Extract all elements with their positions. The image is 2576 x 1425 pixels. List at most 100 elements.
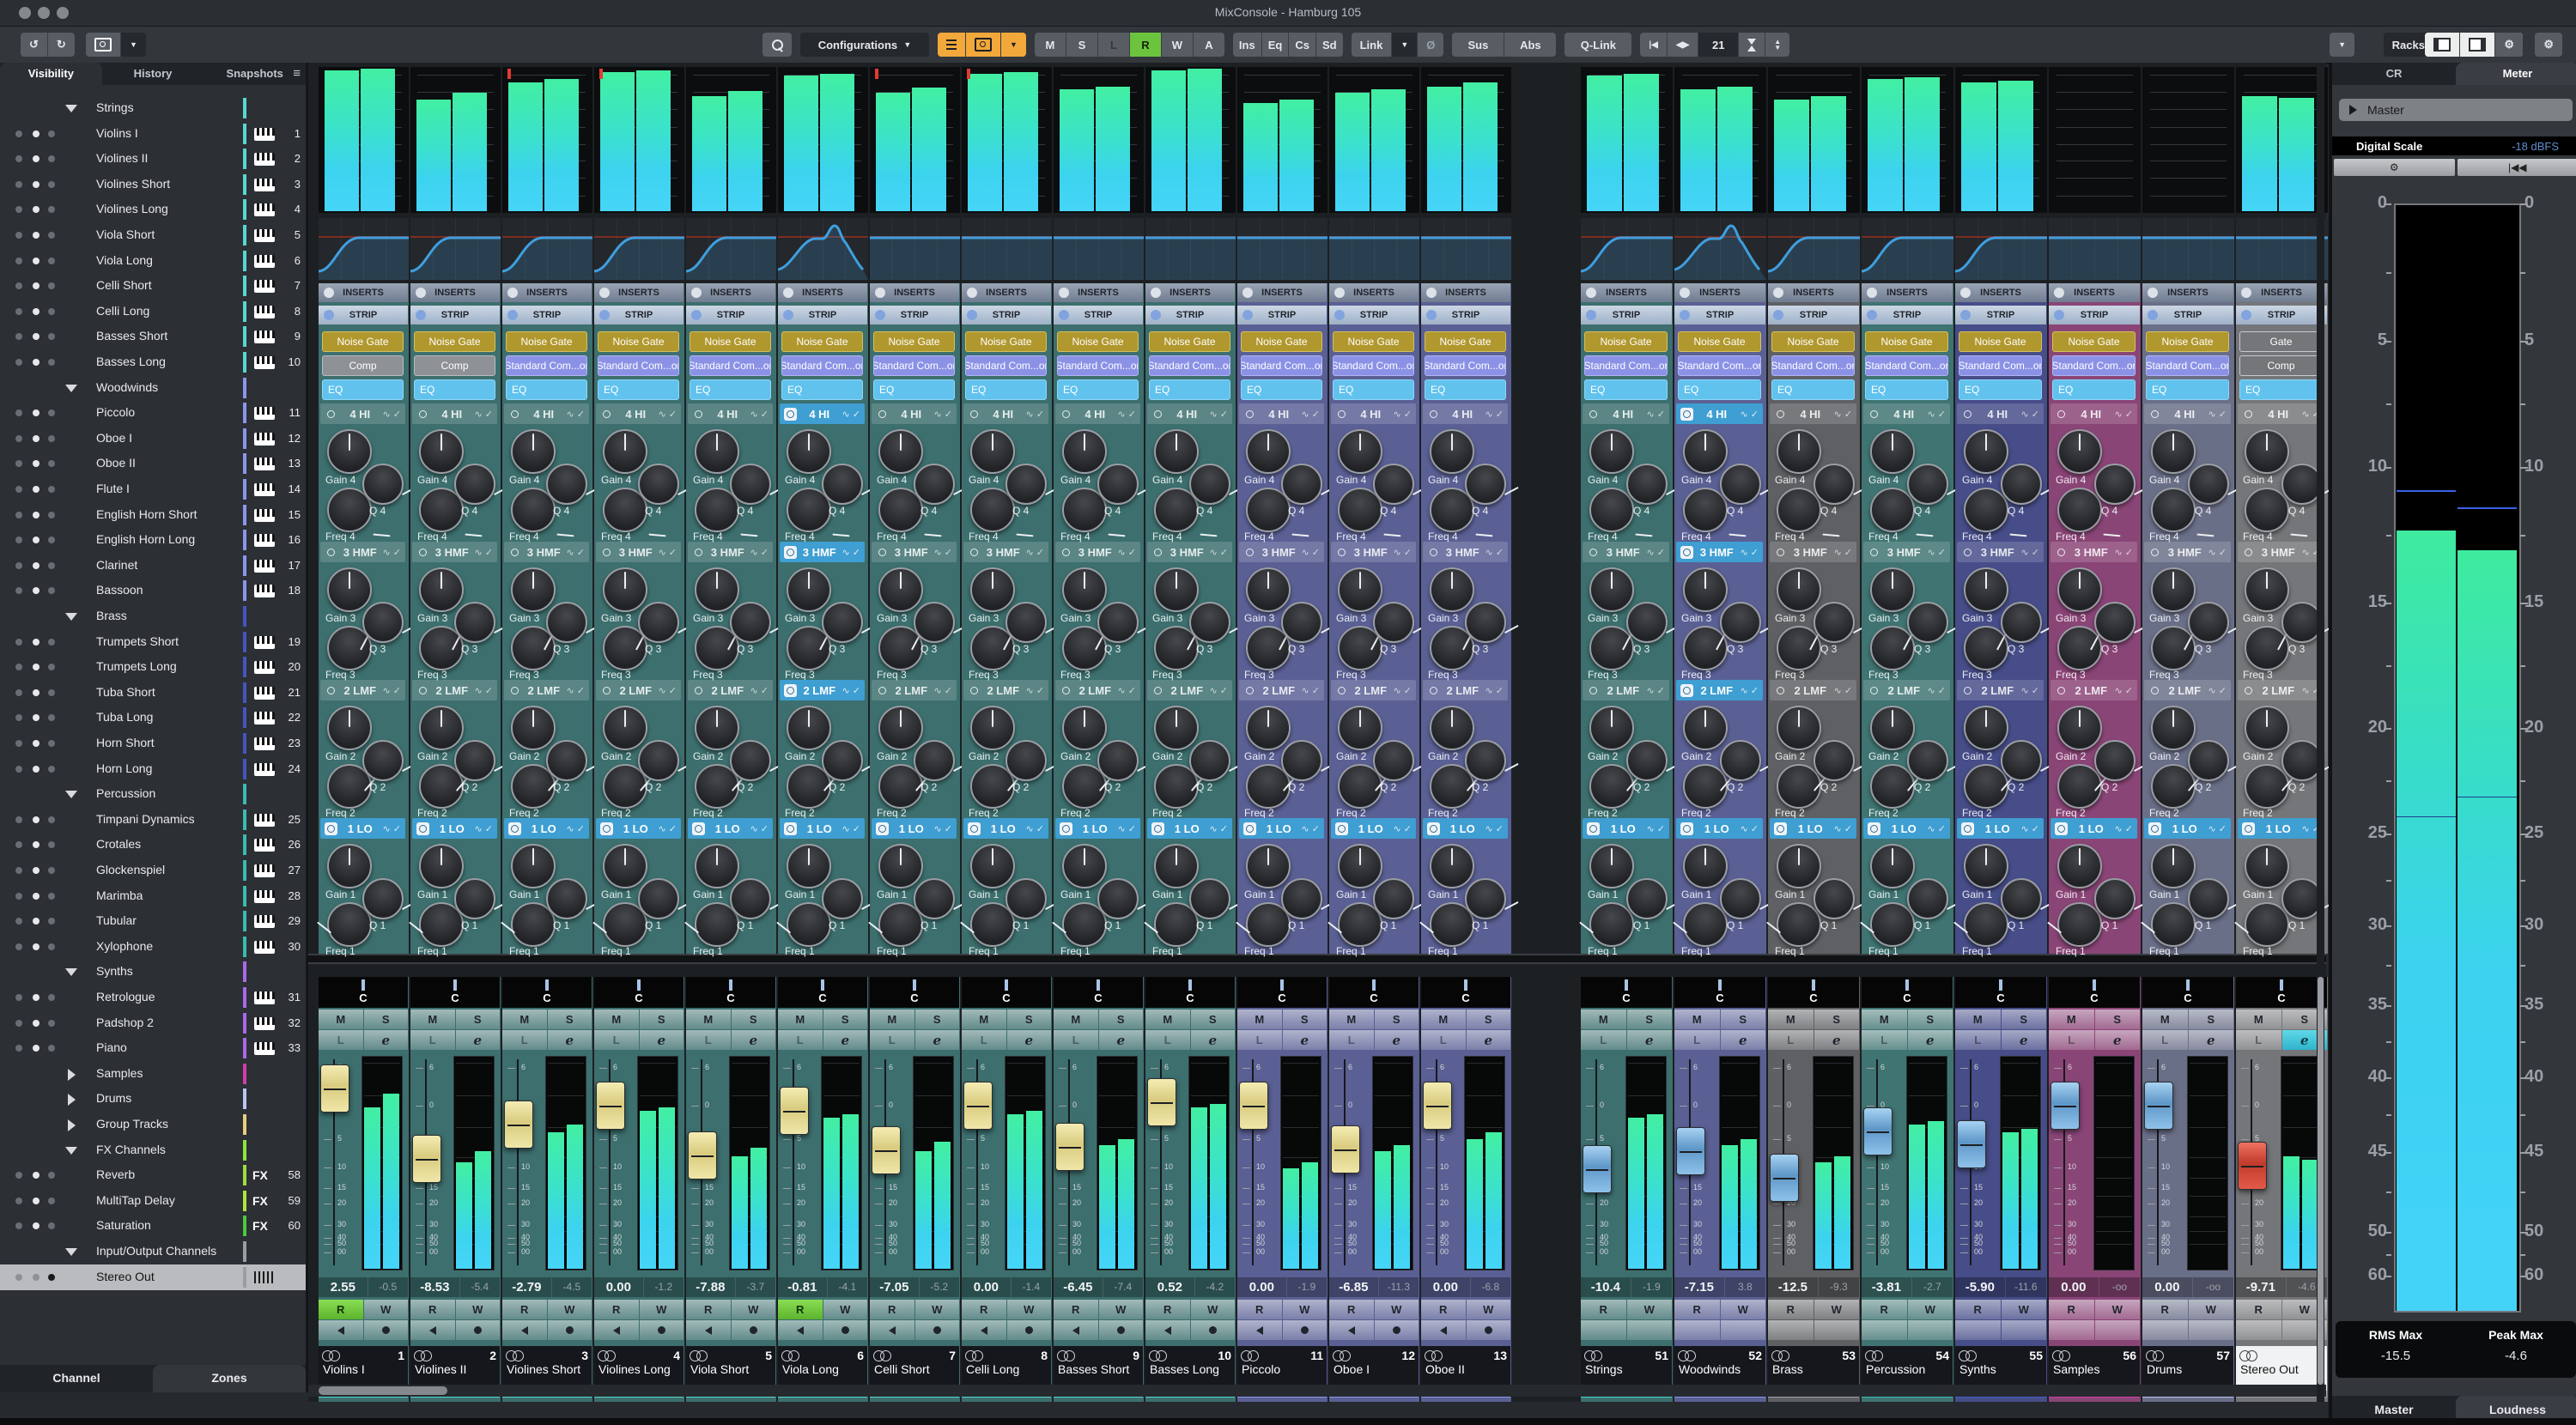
track-row-marimba[interactable]: Marimba 28 [0, 883, 306, 909]
edit-channel-button[interactable]: e [363, 1030, 408, 1050]
track-row-retrologue[interactable]: Retrologue 31 [0, 985, 306, 1010]
peak-value[interactable]: -7.4 [1102, 1277, 1143, 1297]
band-power-icon[interactable] [1961, 546, 1974, 559]
band-header[interactable]: 3 HMF ∿ ✓ [780, 542, 865, 562]
volume-value[interactable]: -12.5 [1768, 1277, 1818, 1297]
band-power-icon[interactable] [1335, 822, 1348, 835]
q-knob[interactable] [2001, 878, 2055, 919]
write-automation-button[interactable]: W [1374, 1300, 1419, 1319]
band-header[interactable]: 3 HMF ∿ ✓ [1676, 542, 1763, 562]
visibility-dot[interactable] [48, 307, 55, 315]
q-knob[interactable] [2094, 464, 2148, 505]
monitor-button[interactable] [1421, 1320, 1466, 1340]
band-header[interactable]: 2 LMF ∿ ✓ [1863, 680, 1950, 700]
band-power-icon[interactable] [784, 822, 797, 835]
gain-knob[interactable] [1683, 429, 1728, 474]
expand-icon[interactable] [68, 1094, 76, 1107]
read-automation-button[interactable]: R [1862, 1300, 1907, 1319]
gain-knob[interactable] [1683, 706, 1728, 750]
freq-knob[interactable] [1765, 902, 1821, 947]
solo-button[interactable]: S [914, 1010, 959, 1029]
gate-slot[interactable]: Noise Gate [1959, 331, 2042, 352]
peak-value[interactable]: -9.3 [1817, 1277, 1859, 1297]
band-header[interactable]: 4 HI ∿ ✓ [1770, 403, 1856, 424]
visibility-dot[interactable] [33, 740, 39, 747]
volume-value[interactable]: 0.00 [2142, 1277, 2192, 1297]
edit-channel-button[interactable]: e [1190, 1030, 1235, 1050]
mute-button[interactable]: M [962, 1010, 1006, 1029]
visibility-dot[interactable] [33, 587, 39, 595]
band-power-icon[interactable] [508, 684, 521, 697]
eq-slot[interactable]: EQ [2052, 379, 2136, 400]
channel-meter[interactable] [1372, 1056, 1413, 1270]
band-header[interactable]: 2 LMF ∿ ✓ [2050, 680, 2137, 700]
freq-knob[interactable] [2245, 488, 2308, 537]
pan-control[interactable]: C [1674, 977, 1765, 1008]
strip-header[interactable]: STRIP [1145, 306, 1235, 324]
solo-button[interactable]: S [731, 1010, 775, 1029]
inserts-header[interactable]: INSERTS [962, 283, 1051, 302]
peak-value[interactable]: -3.7 [734, 1277, 775, 1297]
solo-button[interactable]: S [1626, 1010, 1672, 1029]
pan-control[interactable]: C [1955, 977, 2046, 1008]
band-power-icon[interactable] [784, 407, 797, 421]
listen-button[interactable]: L [1768, 1030, 1814, 1050]
band-header[interactable]: 4 HI ∿ ✓ [1423, 403, 1508, 424]
write-automation-button[interactable]: W [2188, 1300, 2233, 1319]
freq-knob[interactable] [1953, 902, 2008, 947]
band-power-icon[interactable] [2242, 684, 2255, 697]
listen-button[interactable]: L [1421, 1030, 1466, 1050]
pan-control[interactable]: C [2049, 977, 2140, 1008]
band-header[interactable]: 2 LMF ∿ ✓ [688, 680, 773, 700]
edit-channel-button[interactable]: e [1720, 1030, 1765, 1050]
track-row-basses-short[interactable]: Basses Short 9 [0, 324, 306, 349]
band-power-icon[interactable] [2242, 546, 2255, 559]
gain-knob[interactable] [2057, 844, 2102, 888]
inserts-header[interactable]: INSERTS [686, 283, 775, 302]
band-power-icon[interactable] [876, 546, 889, 559]
read-automation-button[interactable]: R [962, 1300, 1006, 1319]
band-power-icon[interactable] [600, 684, 613, 697]
write-automation-button[interactable]: W [1466, 1300, 1510, 1319]
undo-steps-value[interactable]: 21 [1698, 33, 1740, 57]
band-header[interactable]: 4 HI ∿ ✓ [1055, 403, 1140, 424]
band-power-icon[interactable] [416, 684, 429, 697]
q-knob[interactable] [2094, 602, 2148, 643]
visibility-dot[interactable] [15, 333, 22, 341]
solo-button[interactable]: S [547, 1010, 592, 1029]
freq-knob[interactable] [1589, 764, 1639, 809]
eq-slot[interactable]: EQ [506, 379, 587, 400]
visibility-dot[interactable] [33, 1197, 39, 1204]
track-row-violines-long[interactable]: Violines Long 4 [0, 197, 306, 222]
q-knob[interactable] [1005, 464, 1060, 505]
band-header[interactable]: 1 LO ∿ ✓ [1147, 818, 1232, 839]
track-row-tuba-long[interactable]: Tuba Long 22 [0, 705, 306, 731]
band-power-icon[interactable] [876, 684, 889, 697]
write-automation-button[interactable]: W [1098, 1300, 1143, 1319]
edit-channel-button[interactable]: e [1907, 1030, 1953, 1050]
gain-knob[interactable] [878, 844, 923, 888]
gain-knob[interactable] [787, 706, 831, 750]
gain-knob[interactable] [1338, 567, 1382, 612]
band-power-icon[interactable] [1060, 684, 1072, 697]
gate-slot[interactable]: Noise Gate [1333, 331, 1414, 352]
band-power-icon[interactable] [416, 408, 429, 421]
band-power-icon[interactable] [600, 546, 613, 559]
q-knob[interactable] [2188, 878, 2242, 919]
band-header[interactable]: 1 LO ∿ ✓ [320, 818, 405, 839]
compressor-slot[interactable]: Comp [2239, 355, 2323, 376]
visibility-dot[interactable] [48, 257, 55, 264]
visibility-dot[interactable] [15, 307, 22, 315]
visibility-dot[interactable] [48, 460, 55, 468]
track-row-clarinet[interactable]: Clarinet 17 [0, 553, 306, 579]
gain-knob[interactable] [1062, 567, 1107, 612]
listen-button[interactable]: L [1955, 1030, 2001, 1050]
track-row-timpani-dynamics[interactable]: Timpani Dynamics 25 [0, 807, 306, 833]
solo-button[interactable]: S [1466, 1010, 1510, 1029]
q-knob[interactable] [546, 464, 600, 505]
read-automation-button[interactable]: R [870, 1300, 914, 1319]
eq-slot[interactable]: EQ [2146, 379, 2229, 400]
freq-knob[interactable] [1683, 764, 1733, 809]
track-row-stereo-out[interactable]: Stereo Out [0, 1264, 306, 1290]
strip-header[interactable]: STRIP [594, 306, 683, 324]
